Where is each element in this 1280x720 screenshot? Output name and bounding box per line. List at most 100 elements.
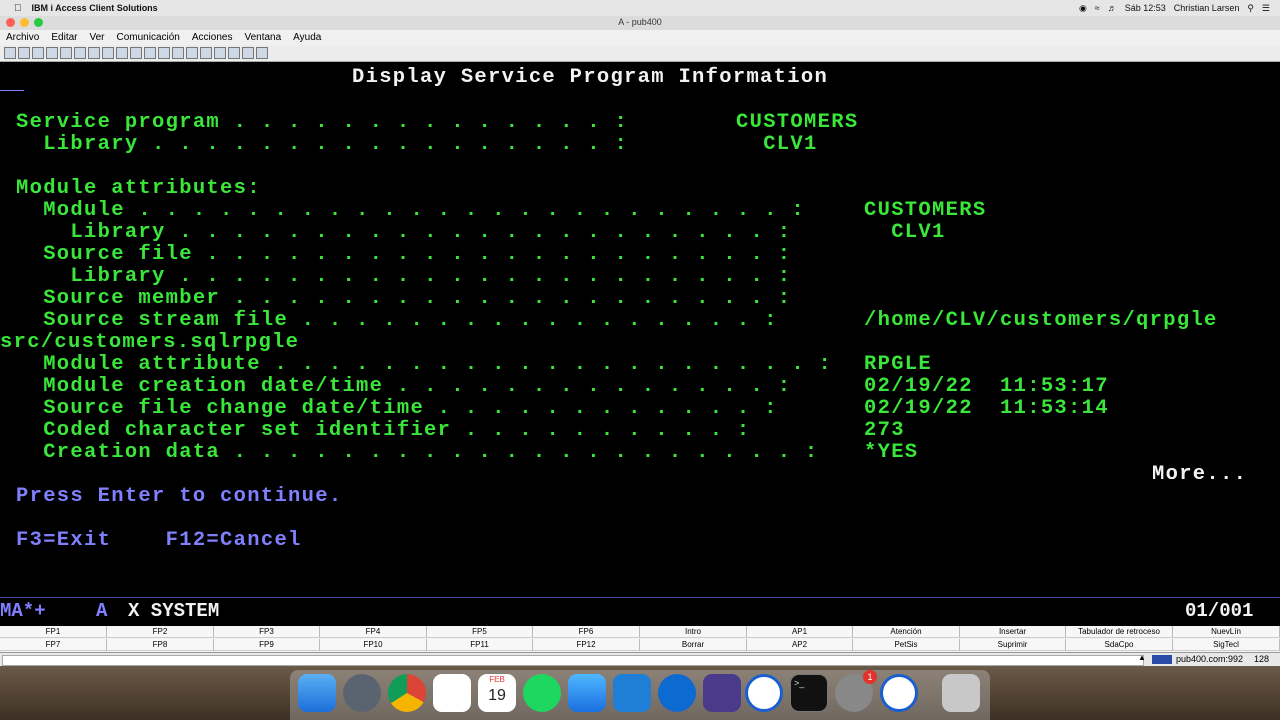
fkey-button[interactable]: AP1 xyxy=(747,626,853,638)
keyboard-icon[interactable] xyxy=(144,47,156,59)
tools-icon[interactable] xyxy=(186,47,198,59)
vscode-icon[interactable] xyxy=(613,674,651,712)
menu-ventana[interactable]: Ventana xyxy=(244,32,281,43)
field-label: Source stream file . . . . . . . . . . .… xyxy=(16,309,778,332)
play-icon[interactable] xyxy=(130,47,142,59)
field-value-continuation: src/customers.sqlrpgle xyxy=(0,331,300,354)
apple-icon[interactable]:  xyxy=(14,3,22,14)
numbers-icon[interactable] xyxy=(433,674,471,712)
fkey-button[interactable]: FP6 xyxy=(533,626,640,638)
fkey-button[interactable]: SdaCpo xyxy=(1066,639,1173,651)
control-center-icon[interactable]: ☰ xyxy=(1262,3,1270,14)
copy-icon[interactable] xyxy=(18,47,30,59)
fkey-button[interactable]: FP8 xyxy=(107,639,214,651)
fkey-button[interactable]: FP12 xyxy=(533,639,640,651)
ibm-acs-icon[interactable] xyxy=(880,674,918,712)
volume-icon[interactable]: ♬ xyxy=(1108,3,1117,13)
fkey-button[interactable]: FP1 xyxy=(0,626,107,638)
field-value: 02/19/22 11:53:17 xyxy=(864,375,1109,398)
field-label: Source member . . . . . . . . . . . . . … xyxy=(16,287,792,310)
field-label: Library . . . . . . . . . . . . . . . . … xyxy=(16,133,629,156)
fkey-button[interactable]: Atención xyxy=(853,626,960,638)
keypad-icon[interactable] xyxy=(158,47,170,59)
screen-divider xyxy=(0,90,24,91)
receive-icon[interactable] xyxy=(60,47,72,59)
fkey-button[interactable]: Tabulador de retroceso xyxy=(1066,626,1173,638)
macro-icon[interactable] xyxy=(116,47,128,59)
help-icon[interactable] xyxy=(256,47,268,59)
field-label: Module attribute . . . . . . . . . . . .… xyxy=(16,353,833,376)
cursor-position: 01/001 xyxy=(1185,600,1254,622)
settings-icon[interactable] xyxy=(172,47,184,59)
menu-acciones[interactable]: Acciones xyxy=(192,32,233,43)
search-icon[interactable]: ⚲ xyxy=(1247,3,1254,14)
mac-menubar:  IBM i Access Client Solutions ◉ ≈ ♬ Sá… xyxy=(0,0,1280,16)
session-info-bar: ▲ pub400.com:992 128 xyxy=(0,652,1280,667)
paste-icon[interactable] xyxy=(32,47,44,59)
stop-icon[interactable] xyxy=(228,47,240,59)
fkey-button[interactable]: FP2 xyxy=(107,626,214,638)
wifi-icon[interactable]: ≈ xyxy=(1095,3,1100,13)
field-label: Source file change date/time . . . . . .… xyxy=(16,397,778,420)
field-value: 273 xyxy=(864,419,905,442)
fkey-button[interactable]: Borrar xyxy=(640,639,747,651)
fkey-button[interactable]: AP2 xyxy=(747,639,853,651)
field-label: Library . . . . . . . . . . . . . . . . … xyxy=(16,221,792,244)
print-icon[interactable] xyxy=(4,47,16,59)
fkey-button[interactable]: Intro xyxy=(640,626,747,638)
host-address: pub400.com:992 xyxy=(1176,654,1244,664)
section-label: Module attributes: xyxy=(16,177,261,200)
display-icon[interactable] xyxy=(102,47,114,59)
spotify-icon[interactable] xyxy=(523,674,561,712)
fkey-button[interactable]: PetSis xyxy=(853,639,960,651)
menu-ayuda[interactable]: Ayuda xyxy=(293,32,321,43)
menubar-app-name[interactable]: IBM i Access Client Solutions xyxy=(32,3,158,13)
record-icon[interactable]: ◉ xyxy=(1079,3,1087,14)
save-icon[interactable] xyxy=(74,47,86,59)
field-value: CUSTOMERS xyxy=(864,199,987,222)
fkey-button[interactable]: FP11 xyxy=(427,639,533,651)
menubar-user[interactable]: Christian Larsen xyxy=(1174,3,1240,13)
field-label: Creation data . . . . . . . . . . . . . … xyxy=(16,441,819,464)
terminal-screen[interactable]: Display Service Program Information Serv… xyxy=(0,62,1280,625)
fkey-button[interactable]: SigTecl xyxy=(1173,639,1280,651)
run-icon[interactable] xyxy=(214,47,226,59)
fkey-button[interactable]: FP9 xyxy=(214,639,320,651)
send-icon[interactable] xyxy=(46,47,58,59)
function-key-panel: FP1 FP2 FP3 FP4 FP5 FP6 Intro AP1 Atenci… xyxy=(0,626,1280,652)
document-icon[interactable] xyxy=(242,47,254,59)
finder-icon[interactable] xyxy=(298,674,336,712)
fkey-button[interactable]: NuevLín xyxy=(1173,626,1280,638)
scroll-up-icon[interactable]: ▲ xyxy=(1138,653,1146,662)
disconnect-icon[interactable] xyxy=(88,47,100,59)
continue-prompt: Press Enter to continue. xyxy=(16,485,343,508)
menu-archivo[interactable]: Archivo xyxy=(6,32,39,43)
fkey-button[interactable]: Insertar xyxy=(960,626,1066,638)
fkey-button[interactable]: FP10 xyxy=(320,639,427,651)
fkey-button[interactable]: FP3 xyxy=(214,626,320,638)
calendar-icon[interactable]: FEB 19 xyxy=(478,674,516,712)
menu-editar[interactable]: Editar xyxy=(51,32,77,43)
menu-ver[interactable]: Ver xyxy=(89,32,104,43)
field-label: Module creation date/time . . . . . . . … xyxy=(16,375,792,398)
xcode-icon[interactable] xyxy=(568,674,606,712)
function-key-legend: F3=Exit F12=Cancel xyxy=(16,529,302,552)
window-title: A - pub400 xyxy=(618,17,662,27)
toolbar xyxy=(0,45,1280,62)
menubar-clock[interactable]: Sáb 12:53 xyxy=(1125,3,1166,13)
fkey-button[interactable]: Suprimir xyxy=(960,639,1066,651)
field-value: /home/CLV/customers/qrpgle xyxy=(864,309,1218,332)
fkey-button[interactable]: FP4 xyxy=(320,626,427,638)
transfer-icon[interactable] xyxy=(200,47,212,59)
edge-icon[interactable] xyxy=(658,674,696,712)
fkey-button[interactable]: FP7 xyxy=(0,639,107,651)
terminal-icon[interactable]: >_ xyxy=(790,674,828,712)
launchpad-icon[interactable] xyxy=(343,674,381,712)
system-preferences-icon[interactable]: 1 xyxy=(835,670,877,712)
chrome-icon[interactable] xyxy=(388,674,426,712)
ibm-acs-icon[interactable] xyxy=(745,674,783,712)
imovie-icon[interactable] xyxy=(703,674,741,712)
fkey-button[interactable]: FP5 xyxy=(427,626,533,638)
trash-icon[interactable] xyxy=(942,674,980,712)
menu-comunicacion[interactable]: Comunicación xyxy=(117,32,180,43)
